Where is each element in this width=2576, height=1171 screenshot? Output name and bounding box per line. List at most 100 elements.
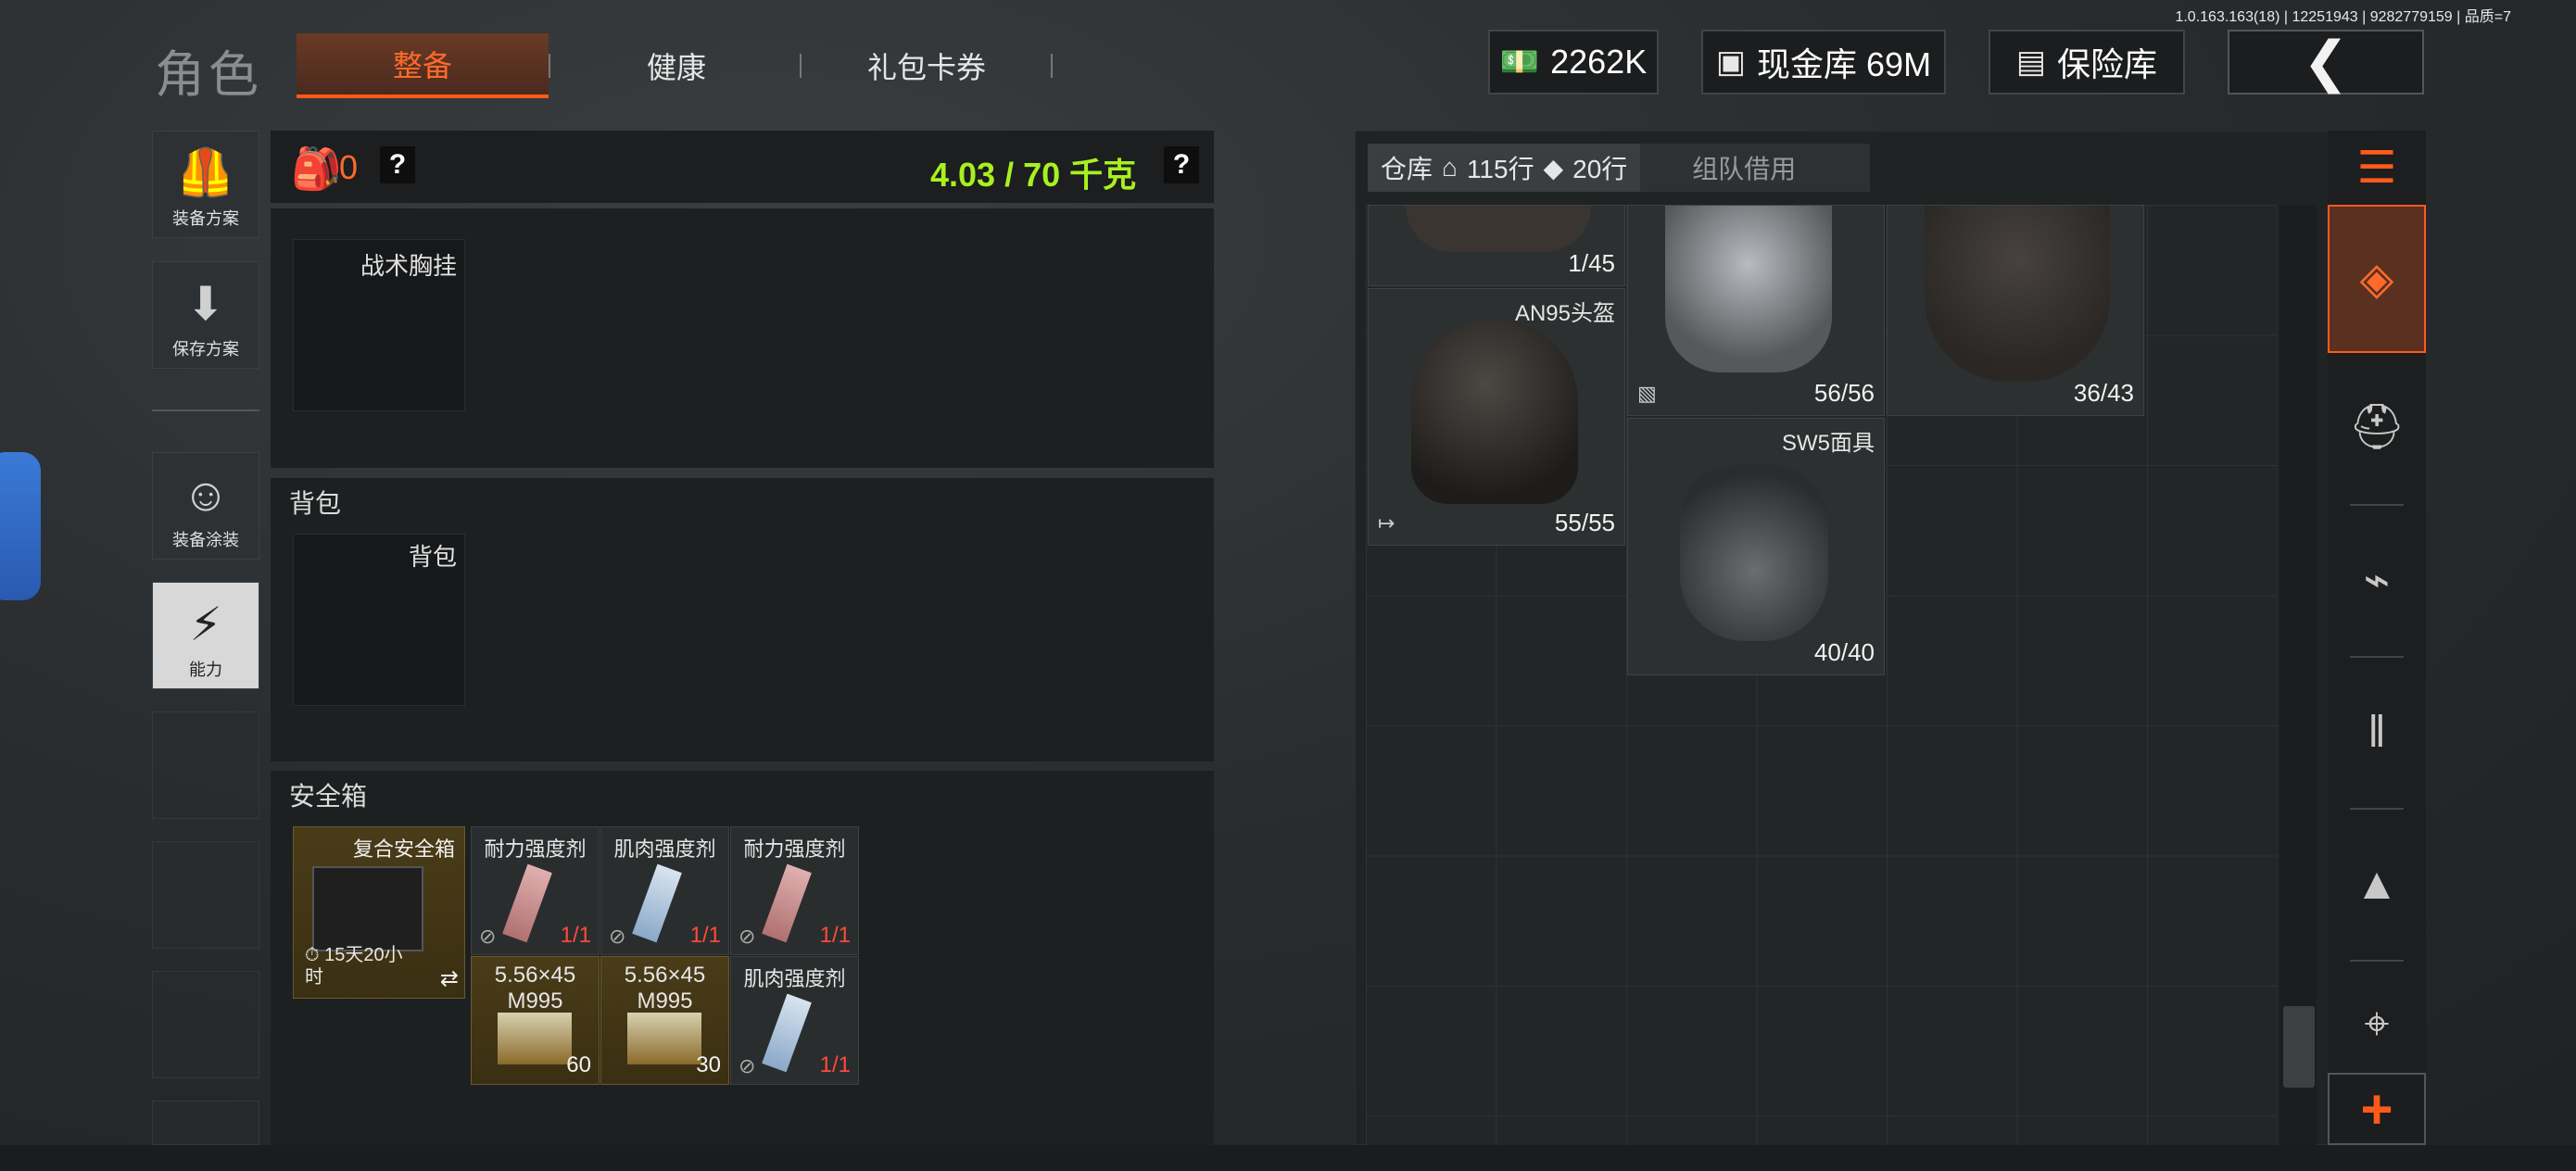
backpack-slot-label: 背包: [408, 543, 457, 571]
backpack-icon: 🎒: [291, 146, 342, 192]
currency-display[interactable]: 💵 2262K: [1488, 30, 1659, 94]
box-icon: ▧: [1637, 382, 1657, 405]
helmet-icon[interactable]: ⛑: [2328, 371, 2426, 482]
bottom-bar: [0, 1145, 2576, 1171]
storage-item[interactable]: SW5面具 40/40: [1627, 418, 1885, 675]
storage-item[interactable]: AN95头盔 ↦ 55/55: [1368, 288, 1625, 546]
backpack-section-label: 背包: [289, 489, 342, 518]
help-button[interactable]: ?: [380, 146, 415, 183]
tab-team-borrow[interactable]: 组队借用: [1640, 149, 1796, 186]
item-qty: 1/1: [819, 1052, 851, 1077]
no-insure-icon: ⊘: [739, 925, 756, 948]
gas-mask-image: [1680, 465, 1828, 641]
bag-count: 0: [339, 148, 359, 186]
sidebar-divider: [152, 409, 259, 411]
loadout-preset-button[interactable]: 🦺 装备方案: [152, 131, 259, 238]
storage-item[interactable]: ▧ 56/56: [1627, 205, 1885, 416]
storage-item[interactable]: 1/45: [1368, 205, 1625, 286]
safe-icon: ▤: [2015, 44, 2047, 80]
safebox-name: 复合安全箱: [352, 837, 455, 861]
tab-divider: [800, 54, 802, 78]
chest-rig-slot-label: 战术胸挂: [360, 252, 457, 280]
side-launcher-handle[interactable]: [0, 452, 41, 600]
injector-image: [762, 993, 812, 1073]
swap-icon[interactable]: ⇄: [440, 965, 459, 992]
rifle-icon[interactable]: ⌁: [2328, 524, 2426, 636]
safebox-timer: ⏱ 15天20小时: [305, 944, 416, 988]
back-button[interactable]: ❮: [2228, 30, 2424, 94]
safebox-slot[interactable]: 复合安全箱 ⏱ 15天20小时 ⇄: [293, 826, 465, 999]
safebox-item[interactable]: 5.56×45 M995 30: [600, 956, 729, 1085]
equipment-skin-label: 装备涂装: [172, 531, 239, 549]
item-durability: 36/43: [2073, 379, 2134, 407]
cash-vault-button[interactable]: ▣ 现金库 69M: [1701, 30, 1946, 94]
item-name: SW5面具: [1781, 431, 1875, 456]
add-button[interactable]: +: [2328, 1073, 2426, 1145]
tab-health[interactable]: 健康: [550, 33, 802, 98]
ability-button[interactable]: ⚡ 能力: [152, 582, 259, 689]
tab-divider: [1051, 54, 1053, 78]
no-insure-icon: ⊘: [739, 1054, 756, 1077]
item-durability: 1/45: [1568, 249, 1615, 277]
rail-divider: [2350, 656, 2404, 658]
storage-item[interactable]: 36/43: [1887, 205, 2144, 416]
no-insure-icon: ⊘: [479, 925, 497, 948]
item-qty: 1/1: [560, 923, 591, 948]
safebox-timer-text: 15天20小时: [305, 945, 403, 988]
empty-sidebar-slot: [152, 1101, 259, 1145]
layers-icon[interactable]: ◈: [2328, 205, 2426, 353]
magazine-icon[interactable]: ‖: [2328, 676, 2426, 787]
empty-sidebar-slot: [152, 971, 259, 1078]
insurance-vault-label: 保险库: [2057, 45, 2158, 83]
safebox-item[interactable]: 耐力强度剂 ⊘ 1/1: [730, 826, 859, 955]
safebox-item[interactable]: 耐力强度剂 ⊘ 1/1: [471, 826, 600, 955]
bullet-icon[interactable]: ▲: [2328, 828, 2426, 939]
empty-sidebar-slot: [152, 841, 259, 949]
safebox-section-label: 安全箱: [289, 782, 368, 811]
item-qty: 1/1: [689, 923, 721, 948]
item-name: 5.56×45 M995: [624, 963, 706, 1014]
ability-icon: ⚡: [189, 598, 222, 650]
rail-divider: [2350, 808, 2404, 810]
safebox-item[interactable]: 肌肉强度剂 ⊘ 1/1: [600, 826, 729, 955]
empty-sidebar-slot: [152, 711, 259, 819]
weight-display: 4.03 / 70 千克: [930, 156, 1137, 194]
item-qty: 60: [566, 1052, 591, 1077]
item-image: [1406, 206, 1591, 252]
scope-icon[interactable]: ⌖: [2328, 978, 2426, 1071]
ability-label: 能力: [189, 661, 222, 679]
save-preset-label: 保存方案: [172, 340, 239, 359]
item-durability: 55/55: [1554, 509, 1615, 536]
tab-warehouse[interactable]: 仓库 ⌂ 115行 ◆ 20行: [1368, 144, 1641, 192]
chest-rig-slot[interactable]: 战术胸挂: [293, 239, 465, 411]
loadout-preset-label: 装备方案: [172, 209, 239, 228]
insurance-vault-button[interactable]: ▤ 保险库: [1989, 30, 2185, 94]
clock-icon: ⏱: [305, 945, 320, 965]
item-durability: 40/40: [1813, 638, 1875, 666]
backpack-slot[interactable]: 背包: [293, 534, 465, 706]
stack-refresh-icon[interactable]: ☰: [2328, 131, 2426, 205]
tab-equipment[interactable]: 整备: [297, 33, 549, 98]
rail-divider: [2350, 960, 2404, 962]
storage-scrollbar[interactable]: [2279, 205, 2317, 1145]
rows-ticket: 20行: [1572, 155, 1628, 183]
safebox-item[interactable]: 肌肉强度剂 ⊘ 1/1: [730, 956, 859, 1085]
currency-amount: 2262K: [1550, 43, 1648, 81]
injector-image: [632, 863, 682, 943]
storage-scroll-thumb[interactable]: [2283, 1006, 2315, 1088]
injector-image: [502, 863, 552, 943]
ticket-icon: ◆: [1543, 153, 1564, 183]
tab-gift-vouchers[interactable]: 礼包卡券: [802, 33, 1051, 98]
equipment-skin-button[interactable]: ☺ 装备涂装: [152, 452, 259, 560]
safebox-item[interactable]: 5.56×45 M995 60: [471, 956, 600, 1085]
warehouse-label: 仓库: [1381, 155, 1433, 183]
item-name: 5.56×45 M995: [494, 963, 576, 1014]
save-preset-button[interactable]: ⬇ 保存方案: [152, 261, 259, 369]
cash-vault-label: 现金库 69M: [1757, 45, 1932, 83]
injector-image: [762, 863, 812, 943]
item-name: AN95头盔: [1514, 301, 1615, 326]
weight-help-button[interactable]: ?: [1164, 146, 1199, 183]
skin-icon: ☺: [182, 469, 230, 521]
item-durability: 56/56: [1813, 379, 1875, 407]
ammo-box-image: [498, 1013, 572, 1064]
